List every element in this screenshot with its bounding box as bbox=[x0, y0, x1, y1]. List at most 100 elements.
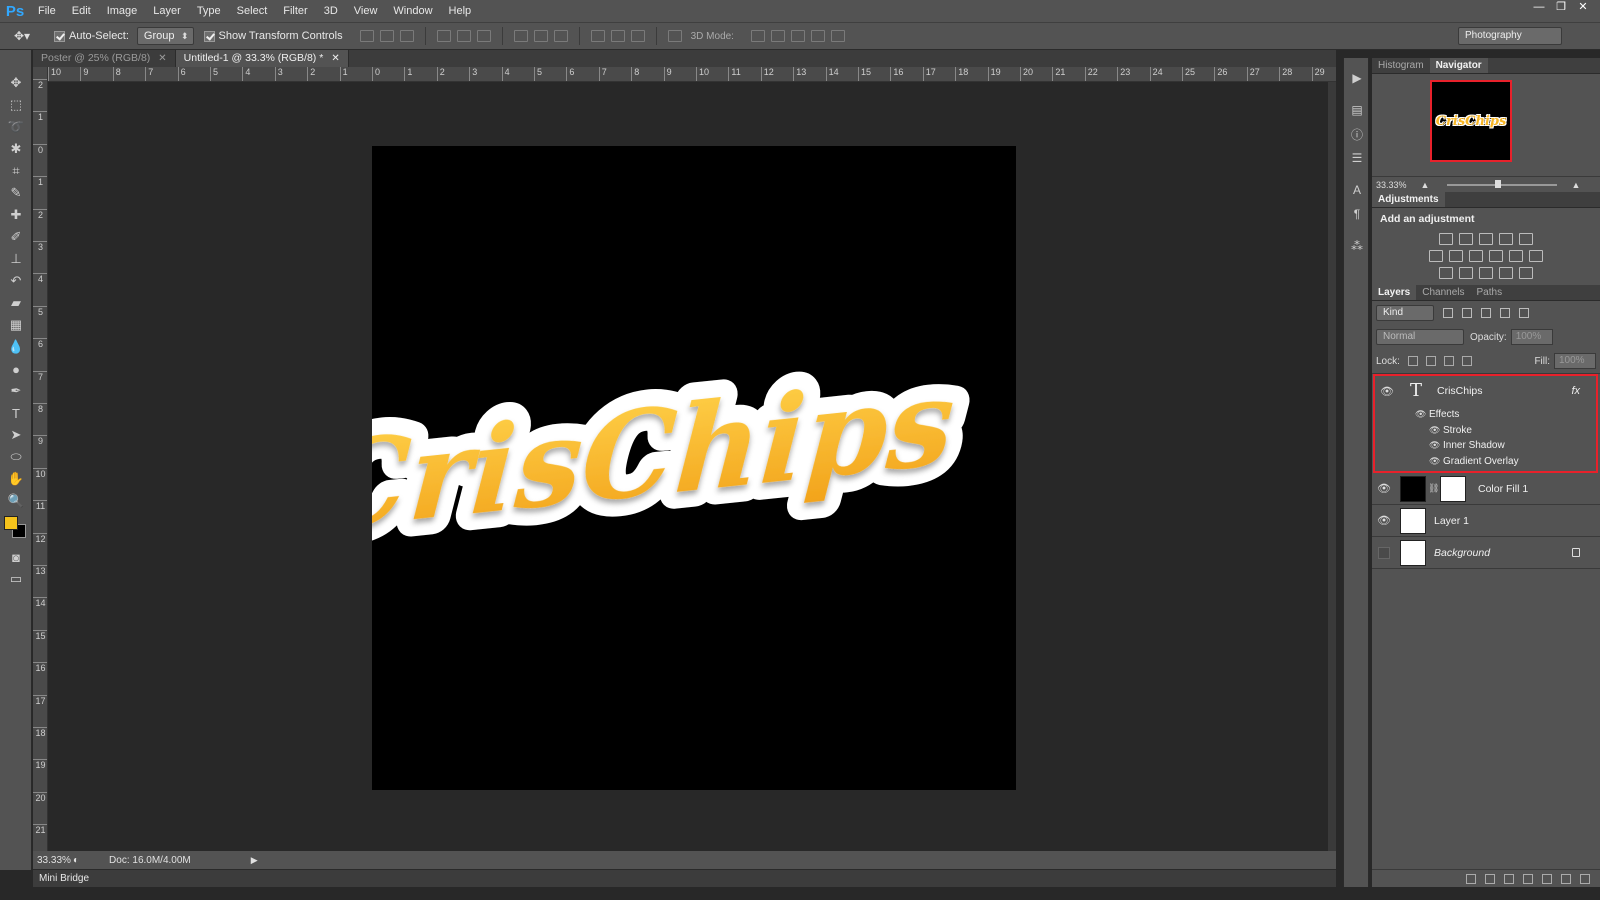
close-tab-icon[interactable]: ✕ bbox=[158, 50, 166, 67]
navigator-zoom-slider[interactable] bbox=[1447, 179, 1558, 188]
color-balance-icon[interactable] bbox=[1449, 250, 1463, 262]
effect-inner-shadow[interactable]: 👁 Inner Shadow bbox=[1375, 438, 1596, 454]
layer-crischips[interactable]: 👁 T CrisChips fx bbox=[1375, 376, 1596, 406]
lock-image-icon[interactable] bbox=[1425, 356, 1436, 366]
add-mask-icon[interactable] bbox=[1504, 873, 1514, 884]
3d-drag-icon[interactable] bbox=[790, 30, 805, 42]
move-tool-preset-icon[interactable]: ✥▾ bbox=[0, 25, 44, 47]
lock-transparent-icon[interactable] bbox=[1407, 356, 1418, 366]
tab-histogram[interactable]: Histogram bbox=[1372, 58, 1430, 73]
new-group-icon[interactable] bbox=[1542, 873, 1552, 884]
effect-stroke[interactable]: 👁 Stroke bbox=[1375, 423, 1596, 439]
menu-3d[interactable]: 3D bbox=[316, 0, 346, 22]
filter-smart-object-icon[interactable] bbox=[1519, 308, 1529, 318]
3d-roll-icon[interactable] bbox=[770, 30, 785, 42]
align-bottom-icon[interactable] bbox=[399, 30, 414, 42]
lock-position-icon[interactable] bbox=[1443, 356, 1454, 366]
lock-all-icon[interactable] bbox=[1461, 356, 1472, 366]
visibility-eye-icon[interactable]: 👁 bbox=[1372, 482, 1396, 495]
horizontal-ruler[interactable]: 10 9 8 7 6 5 4 3 2 1 0 1 2 3 4 5 6 7 8 9 10 11 12 13 14 15 16 17 18 1… bbox=[48, 67, 1336, 82]
history-icon[interactable]: ▤ bbox=[1344, 98, 1370, 122]
black-white-icon[interactable] bbox=[1469, 250, 1483, 262]
eraser-tool-icon[interactable]: ▰ bbox=[0, 292, 32, 314]
opacity-field[interactable]: 100% bbox=[1510, 329, 1553, 345]
layer-kind-dropdown[interactable]: Kind bbox=[1376, 305, 1434, 321]
layer-name[interactable]: Color Fill 1 bbox=[1478, 483, 1528, 495]
distribute-left-icon[interactable] bbox=[590, 30, 605, 42]
filter-pixel-icon[interactable] bbox=[1443, 308, 1453, 318]
auto-align-icon[interactable] bbox=[667, 30, 682, 42]
auto-select-dropdown[interactable]: Group bbox=[136, 27, 194, 45]
filter-shape-icon[interactable] bbox=[1500, 308, 1510, 318]
navigator-preview[interactable]: CrisChips bbox=[1372, 74, 1600, 176]
menu-filter[interactable]: Filter bbox=[275, 0, 315, 22]
3d-slide-icon[interactable] bbox=[810, 30, 825, 42]
visibility-eye-icon[interactable]: 👁 bbox=[1429, 456, 1443, 467]
tab-navigator[interactable]: Navigator bbox=[1429, 58, 1488, 73]
pen-tool-icon[interactable]: ✒ bbox=[0, 380, 32, 402]
menu-type[interactable]: Type bbox=[189, 0, 229, 22]
distribute-bottom-icon[interactable] bbox=[553, 30, 568, 42]
layer-name[interactable]: Background bbox=[1434, 547, 1490, 559]
brightness-contrast-icon[interactable] bbox=[1439, 233, 1453, 245]
effect-gradient-overlay[interactable]: 👁 Gradient Overlay bbox=[1375, 454, 1596, 470]
invert-icon[interactable] bbox=[1439, 267, 1453, 279]
add-style-icon[interactable] bbox=[1485, 873, 1495, 884]
visibility-eye-icon[interactable]: 👁 bbox=[1375, 385, 1399, 398]
vertical-scrollbar[interactable] bbox=[1328, 82, 1336, 851]
menu-edit[interactable]: Edit bbox=[64, 0, 99, 22]
eyedropper-tool-icon[interactable]: ✎ bbox=[0, 182, 32, 204]
levels-icon[interactable] bbox=[1459, 233, 1473, 245]
menu-layer[interactable]: Layer bbox=[145, 0, 189, 22]
menu-select[interactable]: Select bbox=[229, 0, 276, 22]
blur-tool-icon[interactable]: 💧 bbox=[0, 336, 32, 358]
minimize-button[interactable]: — bbox=[1528, 0, 1550, 14]
close-button[interactable]: ✕ bbox=[1572, 0, 1594, 14]
tab-poster[interactable]: Poster @ 25% (RGB/8) ✕ bbox=[33, 50, 176, 67]
tab-adjustments[interactable]: Adjustments bbox=[1372, 192, 1445, 207]
type-tool-icon[interactable]: T bbox=[0, 402, 32, 424]
layer-name[interactable]: CrisChips bbox=[1437, 385, 1483, 397]
properties-icon[interactable]: ☰ bbox=[1344, 146, 1370, 170]
quick-select-tool-icon[interactable]: ✱ bbox=[0, 138, 32, 160]
tab-untitled-1[interactable]: Untitled-1 @ 33.3% (RGB/8) * ✕ bbox=[175, 50, 349, 67]
history-brush-icon[interactable]: ↶ bbox=[0, 270, 32, 292]
document-canvas[interactable]: CrisChips CrisChips bbox=[372, 146, 1016, 790]
layer-layer-1[interactable]: 👁 Layer 1 bbox=[1372, 505, 1600, 537]
link-layers-icon[interactable] bbox=[1466, 873, 1476, 884]
selective-color-icon[interactable] bbox=[1499, 267, 1513, 279]
mini-bridge-tab[interactable]: Mini Bridge bbox=[33, 869, 1336, 887]
zoom-in-icon[interactable]: ▲ bbox=[1571, 180, 1580, 190]
vertical-ruler[interactable]: 2 1 0 1 2 3 4 5 6 7 8 9 10 11 12 13 14 15 16 17 18 19 20 21 bbox=[33, 67, 48, 851]
status-zoom[interactable]: 33.33% bbox=[33, 855, 73, 866]
color-lookup-icon[interactable] bbox=[1529, 250, 1543, 262]
hue-saturation-icon[interactable] bbox=[1429, 250, 1443, 262]
screen-mode-icon[interactable]: ▭ bbox=[0, 568, 32, 590]
healing-brush-icon[interactable]: ✚ bbox=[0, 204, 32, 226]
align-left-icon[interactable] bbox=[436, 30, 451, 42]
distribute-top-icon[interactable] bbox=[513, 30, 528, 42]
tab-paths[interactable]: Paths bbox=[1471, 285, 1509, 300]
character-icon[interactable]: A bbox=[1344, 178, 1370, 202]
fill-field[interactable]: 100% bbox=[1554, 353, 1596, 369]
lasso-tool-icon[interactable]: ➰ bbox=[0, 116, 32, 138]
layer-name[interactable]: Layer 1 bbox=[1434, 515, 1469, 527]
visibility-eye-icon[interactable]: 👁 bbox=[1429, 440, 1443, 451]
distribute-hcenter-icon[interactable] bbox=[610, 30, 625, 42]
photo-filter-icon[interactable] bbox=[1489, 250, 1503, 262]
navigator-zoom-value[interactable]: 33.33% bbox=[1376, 180, 1407, 190]
crop-tool-icon[interactable]: ⌗ bbox=[0, 160, 32, 182]
visibility-eye-icon[interactable]: 👁 bbox=[1429, 425, 1443, 436]
brush-tool-icon[interactable]: ✐ bbox=[0, 226, 32, 248]
posterize-icon[interactable] bbox=[1459, 267, 1473, 279]
paragraph-icon[interactable]: ¶ bbox=[1344, 202, 1370, 226]
tab-channels[interactable]: Channels bbox=[1416, 285, 1470, 300]
3d-rotate-icon[interactable] bbox=[750, 30, 765, 42]
new-layer-icon[interactable] bbox=[1561, 873, 1571, 884]
canvas-area[interactable]: CrisChips CrisChips bbox=[48, 82, 1328, 851]
clone-stamp-icon[interactable]: ⊥ bbox=[0, 248, 32, 270]
exposure-icon[interactable] bbox=[1499, 233, 1513, 245]
layer-mask-thumbnail[interactable] bbox=[1440, 475, 1466, 502]
close-tab-icon[interactable]: ✕ bbox=[331, 50, 339, 67]
menu-view[interactable]: View bbox=[346, 0, 386, 22]
